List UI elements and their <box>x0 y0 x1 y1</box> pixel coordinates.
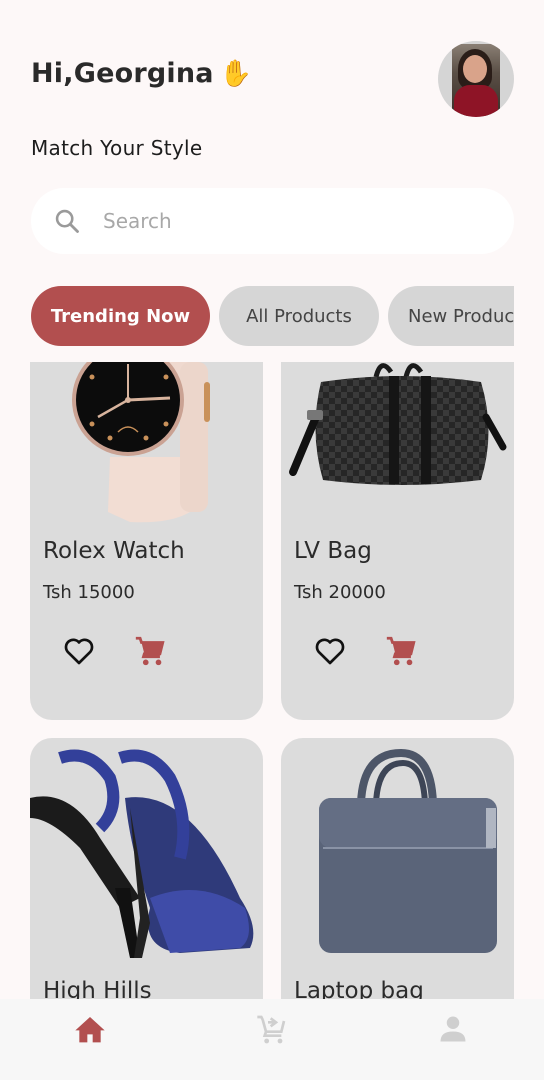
home-screen: Hi,Georgina✋ Match Your Style Trending N… <box>0 0 544 1080</box>
high-heel-shoes-image <box>30 749 254 958</box>
page-subtitle: Match Your Style <box>31 136 203 160</box>
category-tabs: Trending NowAll ProductsNew Products <box>31 286 514 346</box>
nav-home[interactable] <box>70 1011 110 1047</box>
tab-new-products[interactable]: New Products <box>388 286 514 346</box>
person-icon <box>440 1016 466 1042</box>
search-icon <box>55 209 79 233</box>
product-name: Rolex Watch <box>43 538 185 564</box>
product-card[interactable]: Rolex Watch Tsh 15000 <box>30 362 263 720</box>
watch-image <box>72 362 210 523</box>
product-card[interactable]: High Hills <box>30 738 263 1000</box>
product-name: LV Bag <box>294 538 372 564</box>
product-grid: Rolex Watch Tsh 15000 LV Bag Tsh 20000 H… <box>30 362 514 1000</box>
avatar-face <box>463 55 487 83</box>
add-to-cart-icon <box>257 1015 286 1044</box>
tab-trending-now[interactable]: Trending Now <box>31 286 210 346</box>
nav-cart[interactable] <box>252 1011 292 1047</box>
nav-profile[interactable] <box>433 1011 473 1047</box>
search-bar[interactable] <box>31 188 514 254</box>
product-card[interactable]: Laptop bag <box>281 738 514 1000</box>
heart-icon[interactable] <box>314 636 346 666</box>
product-price: Tsh 15000 <box>43 582 135 603</box>
avatar[interactable] <box>438 41 514 117</box>
product-card[interactable]: LV Bag Tsh 20000 <box>281 362 514 720</box>
product-name: Laptop bag <box>294 978 424 1000</box>
waving-hand-icon: ✋ <box>219 59 253 89</box>
greeting-heading: Hi,Georgina ✋ <box>31 58 252 89</box>
laptop-bag-image <box>319 748 497 953</box>
bottom-navigation <box>0 999 544 1080</box>
search-input[interactable] <box>103 209 483 233</box>
product-price: Tsh 20000 <box>294 582 386 603</box>
cart-icon[interactable] <box>133 634 167 668</box>
heart-icon[interactable] <box>63 636 95 666</box>
product-name: High Hills <box>43 978 152 1000</box>
avatar-body <box>454 85 498 117</box>
tab-all-products[interactable]: All Products <box>219 286 379 346</box>
duffel-bag-image <box>289 363 507 485</box>
greeting-text: Hi,Georgina <box>31 58 214 89</box>
cart-icon[interactable] <box>384 634 418 668</box>
home-icon <box>75 1017 105 1043</box>
